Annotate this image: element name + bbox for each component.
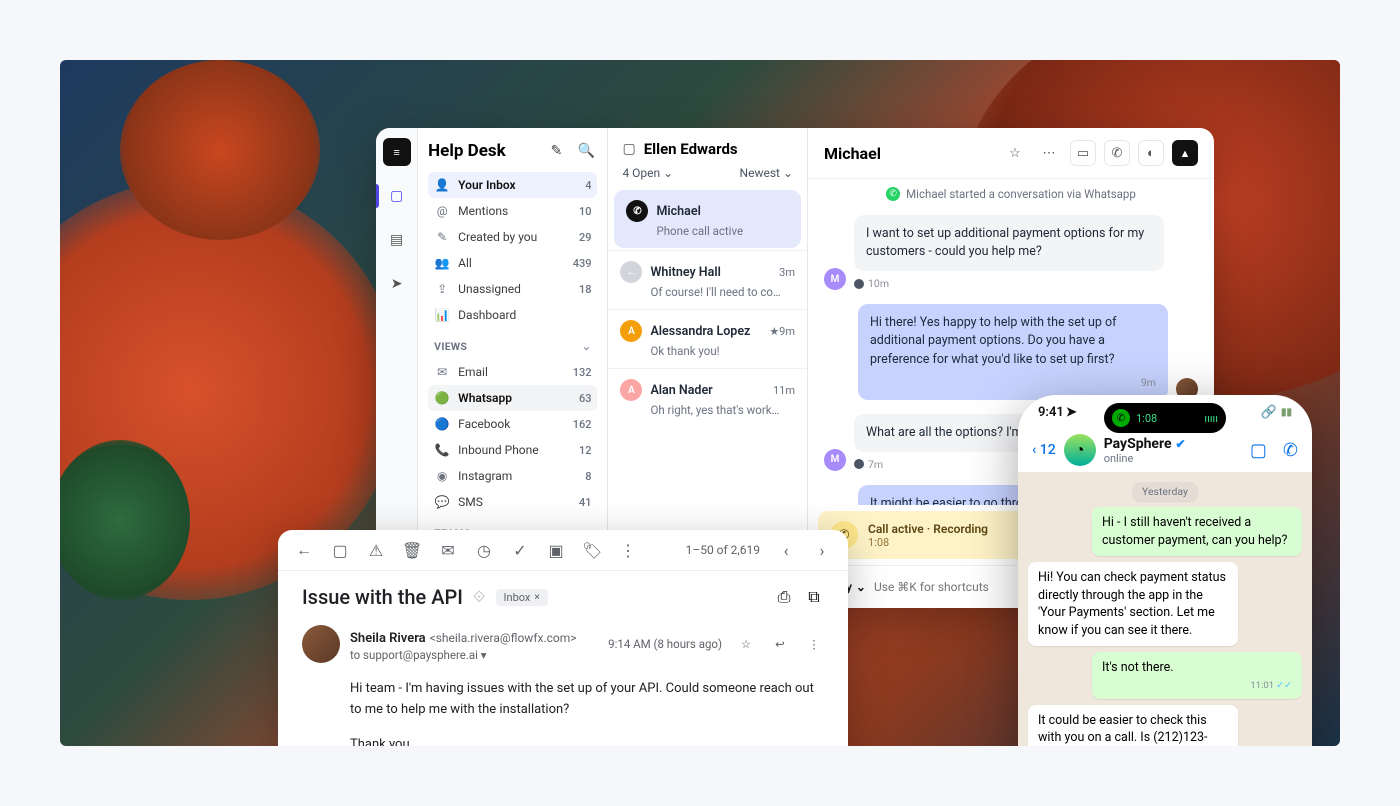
email-time: 9:14 AM (8 hours ago)	[608, 637, 722, 651]
mark-unread-icon[interactable]: ✉	[438, 541, 458, 560]
compose-icon[interactable]: ✎	[545, 140, 567, 162]
voice-call-icon[interactable]: ✆	[1283, 440, 1298, 461]
list-owner: Ellen Edwards	[644, 140, 738, 158]
dynamic-island[interactable]: ✆ 1:08 ııııı	[1104, 403, 1226, 433]
phone-back[interactable]: ‹ 12	[1032, 442, 1056, 458]
call-icon[interactable]: ✆	[1104, 140, 1130, 166]
app-logo[interactable]: ≡	[383, 138, 411, 166]
reply-input[interactable]	[874, 580, 1030, 594]
contact-name: PaySphere✔	[1104, 436, 1186, 452]
day-separator: Yesterday	[1028, 484, 1302, 499]
phone-mockup: 9:41➤ 🔗▮▮ ✆ 1:08 ııııı ‹ 12 ◔ PaySphere✔…	[1018, 395, 1312, 746]
rail-contacts-icon[interactable]: ▤	[383, 226, 411, 254]
call-active-icon: ✆	[1112, 409, 1130, 427]
conversation-item[interactable]: ←Whitney Hall3mOf course! I'll need to c…	[608, 250, 807, 309]
message-avatar: M	[824, 268, 846, 290]
move-icon[interactable]: ▣	[546, 541, 566, 560]
agent-avatar[interactable]: ▲	[1172, 140, 1198, 166]
sender-email: <sheila.rivera@flowfx.com>	[430, 631, 577, 645]
view-item-whatsapp[interactable]: 🟢Whatsapp63	[428, 385, 597, 411]
sender-avatar[interactable]	[302, 625, 340, 663]
verified-icon: ✔	[1176, 437, 1186, 451]
open-filter[interactable]: 4 Open ⌄	[622, 166, 673, 180]
sidebar-item-all[interactable]: 👥All439	[428, 250, 597, 276]
email-body: Hi team - I'm having issues with the set…	[350, 679, 824, 746]
link-icon: 🔗	[1261, 405, 1277, 420]
label-icon[interactable]: 🏷	[582, 541, 602, 560]
sender-name: Sheila Rivera	[350, 631, 426, 646]
battery-icon: ▮▮	[1281, 407, 1292, 418]
rail-send-icon[interactable]: ➤	[383, 270, 411, 298]
message-avatar: M	[824, 449, 846, 471]
print-icon[interactable]: ⎙	[774, 587, 794, 607]
email-more-icon[interactable]: ⋮	[804, 637, 824, 651]
list-back-icon[interactable]: ▢	[622, 141, 635, 157]
contact-avatar[interactable]: ◔	[1064, 434, 1096, 466]
chat-message: MI want to set up additional payment opt…	[824, 215, 1198, 290]
chat-message: Hi there! Yes happy to help with the set…	[824, 304, 1198, 400]
whatsapp-message: It's not there.11:01✓✓	[1092, 652, 1302, 699]
back-icon[interactable]: ←	[294, 540, 314, 560]
pager-text: 1–50 of 2,619	[686, 543, 760, 557]
conversation-item[interactable]: ✆MichaelPhone call active	[614, 190, 801, 248]
sidebar-item-mentions[interactable]: @Mentions10	[428, 198, 597, 224]
sidebar-item-your-inbox[interactable]: 👤Your Inbox4	[428, 172, 597, 198]
sidebar-item-dashboard[interactable]: 📊Dashboard	[428, 302, 597, 328]
chat-contact-name: Michael	[824, 144, 994, 163]
view-item-inbound-phone[interactable]: 📞Inbound Phone12	[428, 437, 597, 463]
view-item-facebook[interactable]: 🔵Facebook162	[428, 411, 597, 437]
more-icon[interactable]: ⋯	[1036, 140, 1062, 166]
conversation-item[interactable]: AAlan Nader11mOh right, yes that's work…	[608, 368, 807, 427]
chat-status: ✆Michael started a conversation via What…	[808, 179, 1214, 209]
overflow-icon[interactable]: ⋮	[618, 541, 638, 560]
moon-icon[interactable]: ◐	[1138, 140, 1164, 166]
gmail-window: ← ▢ ⚠ 🗑 ✉ ◷ ✓ ▣ 🏷 ⋮ 1–50 of 2,619 ‹ › Is…	[278, 530, 848, 746]
view-item-sms[interactable]: 💬SMS41	[428, 489, 597, 515]
sidebar-item-created-by-you[interactable]: ✎Created by you29	[428, 224, 597, 250]
spam-icon[interactable]: ⚠	[366, 541, 386, 560]
sidebar-title: Help Desk	[428, 141, 537, 161]
star-icon[interactable]: ☆	[1002, 140, 1028, 166]
view-item-email[interactable]: ✉Email132	[428, 359, 597, 385]
snooze-icon[interactable]: ◷	[474, 541, 494, 560]
sidebar-item-unassigned[interactable]: ⇪Unassigned18	[428, 276, 597, 302]
whatsapp-message: Hi - I still haven't received a customer…	[1092, 507, 1302, 556]
gmail-toolbar: ← ▢ ⚠ 🗑 ✉ ◷ ✓ ▣ 🏷 ⋮ 1–50 of 2,619 ‹ ›	[278, 530, 848, 571]
ticket-icon[interactable]: ▭	[1070, 140, 1096, 166]
prev-icon[interactable]: ‹	[776, 541, 796, 560]
important-icon[interactable]: ⟐	[473, 587, 486, 607]
archive-icon[interactable]: ▢	[330, 541, 350, 560]
star-email-icon[interactable]: ☆	[736, 637, 756, 651]
whatsapp-message: It could be easier to check this with yo…	[1028, 705, 1238, 746]
next-icon[interactable]: ›	[812, 541, 832, 560]
phone-chat: Yesterday Hi - I still haven't received …	[1018, 472, 1312, 746]
video-call-icon[interactable]: ▢	[1250, 440, 1267, 461]
whatsapp-message: Hi! You can check payment status directl…	[1028, 562, 1238, 646]
inbox-chip[interactable]: Inbox×	[496, 589, 548, 606]
email-subject: Issue with the API	[302, 585, 463, 609]
email-to[interactable]: to support@paysphere.ai ▾	[350, 648, 577, 662]
sort-filter[interactable]: Newest ⌄	[740, 166, 793, 180]
task-icon[interactable]: ✓	[510, 541, 530, 560]
rail-inbox-icon[interactable]: ▢	[383, 182, 411, 210]
search-icon[interactable]: 🔍	[575, 140, 597, 162]
views-heading[interactable]: VIEWS⌄	[434, 340, 591, 353]
conversation-item[interactable]: AAlessandra Lopez★9mOk thank you!	[608, 309, 807, 368]
reply-icon[interactable]: ↩	[770, 637, 790, 651]
delete-icon[interactable]: 🗑	[402, 541, 422, 560]
contact-status: online	[1104, 452, 1186, 465]
popout-icon[interactable]: ⧉	[804, 587, 824, 607]
view-item-instagram[interactable]: ◉Instagram8	[428, 463, 597, 489]
